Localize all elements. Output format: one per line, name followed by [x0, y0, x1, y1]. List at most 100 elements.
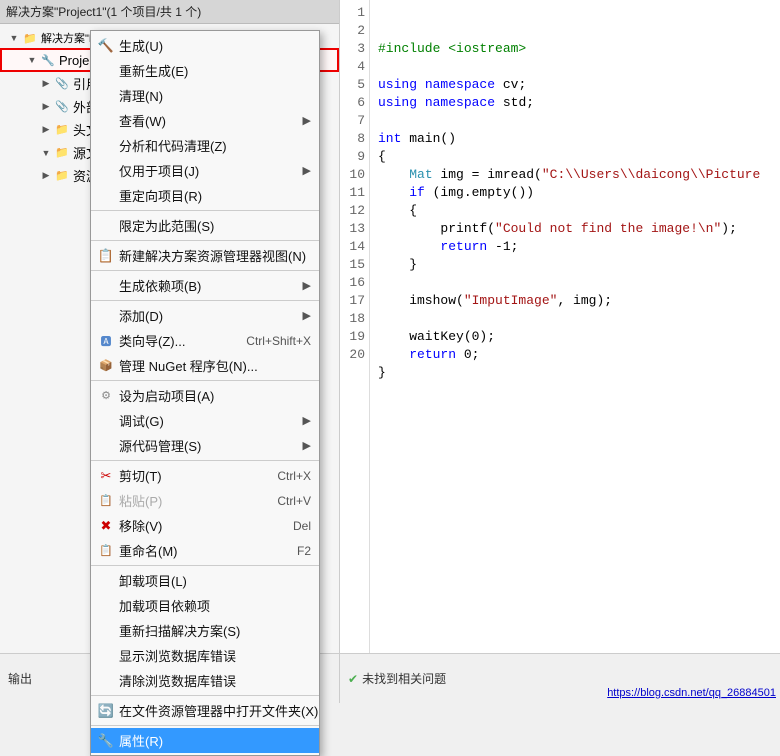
set-startup-icon: ⚙: [97, 387, 115, 405]
menu-rename[interactable]: 📋 重命名(M) F2: [91, 538, 319, 563]
code-line-16: imshow("ImputImage", img);: [378, 293, 612, 308]
project-only-arrow: ▶: [303, 164, 311, 177]
ext-icon: 📎: [54, 99, 70, 115]
menu-retarget[interactable]: 重定向项目(R): [91, 183, 319, 208]
menu-paste[interactable]: 📋 粘贴(P) Ctrl+V: [91, 488, 319, 513]
code-line-19: return 0;: [378, 347, 479, 362]
menu-scope-label: 限定为此范围(S): [119, 216, 214, 235]
menu-add[interactable]: 添加(D) ▶: [91, 303, 319, 328]
ref-icon: 📎: [54, 76, 70, 92]
line-num-11: 11: [340, 184, 365, 202]
line-num-9: 9: [340, 148, 365, 166]
line-num-1: 1: [340, 4, 365, 22]
left-panel: 解决方案"Project1"(1 个项目/共 1 个) ▼ 📁 解决方案"Pro…: [0, 0, 340, 703]
output-tab[interactable]: 输出: [8, 670, 32, 687]
code-line-13: return -1;: [378, 239, 518, 254]
menu-load-deps[interactable]: 加载项目依赖项: [91, 593, 319, 618]
line-num-16: 16: [340, 274, 365, 292]
line-num-17: 17: [340, 292, 365, 310]
open-explorer-icon: 🔄: [97, 702, 115, 720]
menu-scope[interactable]: 限定为此范围(S): [91, 213, 319, 238]
menu-rename-label: 重命名(M): [119, 541, 178, 560]
menu-paste-label: 粘贴(P): [119, 491, 162, 510]
menu-class-wizard[interactable]: 🅰 类向导(Z)... Ctrl+Shift+X: [91, 328, 319, 353]
menu-build-deps[interactable]: 生成依赖项(B) ▶: [91, 273, 319, 298]
code-line-11: {: [378, 203, 417, 218]
menu-analyze[interactable]: 分析和代码清理(Z): [91, 133, 319, 158]
menu-rebuild-label: 重新生成(E): [119, 61, 188, 80]
sep9: [91, 725, 319, 726]
menu-remove-label: 移除(V): [119, 516, 162, 535]
line-num-6: 6: [340, 94, 365, 112]
line-num-14: 14: [340, 238, 365, 256]
solution-header-text: 解决方案"Project1"(1 个项目/共 1 个): [6, 5, 201, 19]
code-line-8: {: [378, 149, 386, 164]
src-icon: 📁: [54, 145, 70, 161]
sep3: [91, 270, 319, 271]
properties-icon: 🔧: [97, 732, 115, 750]
debug-arrow: ▶: [303, 414, 311, 427]
sep6: [91, 460, 319, 461]
nuget-icon: 📦: [97, 357, 115, 375]
menu-project-only-label: 仅用于项目(J): [119, 161, 199, 180]
menu-open-explorer[interactable]: 🔄 在文件资源管理器中打开文件夹(X): [91, 698, 319, 723]
menu-new-solution-view[interactable]: 📋 新建解决方案资源管理器视图(N): [91, 243, 319, 268]
menu-properties-label: 属性(R): [119, 731, 163, 750]
blog-url[interactable]: https://blog.csdn.net/qq_26884501: [607, 687, 776, 699]
menu-rebuild[interactable]: 重新生成(E): [91, 58, 319, 83]
menu-retarget-label: 重定向项目(R): [119, 186, 202, 205]
menu-build-deps-label: 生成依赖项(B): [119, 276, 201, 295]
sep7: [91, 565, 319, 566]
menu-add-label: 添加(D): [119, 306, 163, 325]
paste-icon: 📋: [97, 492, 115, 510]
menu-class-wizard-label: 类向导(Z)...: [119, 331, 185, 350]
line-num-3: 3: [340, 40, 365, 58]
no-issues-text: 未找到相关问题: [362, 670, 446, 687]
menu-properties[interactable]: 🔧 属性(R): [91, 728, 319, 753]
line-num-10: 10: [340, 166, 365, 184]
menu-debug[interactable]: 调试(G) ▶: [91, 408, 319, 433]
sep5: [91, 380, 319, 381]
build-icon: 🔨: [97, 37, 115, 55]
menu-cut-label: 剪切(T): [119, 466, 162, 485]
menu-set-startup[interactable]: ⚙ 设为启动项目(A): [91, 383, 319, 408]
menu-remove[interactable]: ✖ 移除(V) Del: [91, 513, 319, 538]
line-num-19: 19: [340, 328, 365, 346]
menu-view[interactable]: 查看(W) ▶: [91, 108, 319, 133]
solution-explorer-header: 解决方案"Project1"(1 个项目/共 1 个): [0, 0, 339, 24]
project-icon: 🔧: [40, 52, 56, 68]
hdr-icon: 📁: [54, 122, 70, 138]
menu-unload-label: 卸载项目(L): [119, 571, 187, 590]
line-numbers: 1 2 3 4 5 6 7 8 9 10 11 12 13 14 15 16 1…: [340, 0, 370, 653]
menu-build[interactable]: 🔨 生成(U): [91, 33, 319, 58]
class-wizard-shortcut: Ctrl+Shift+X: [246, 334, 311, 348]
sep8: [91, 695, 319, 696]
expand-hdr: ▶: [40, 124, 52, 136]
remove-icon: ✖: [97, 517, 115, 535]
menu-nuget[interactable]: 📦 管理 NuGet 程序包(N)...: [91, 353, 319, 378]
expand-res: ▶: [40, 170, 52, 182]
menu-new-solution-view-label: 新建解决方案资源管理器视图(N): [119, 246, 306, 265]
line-num-18: 18: [340, 310, 365, 328]
class-wizard-icon: 🅰: [97, 332, 115, 350]
add-arrow: ▶: [303, 309, 311, 322]
menu-source-control[interactable]: 源代码管理(S) ▶: [91, 433, 319, 458]
source-control-arrow: ▶: [303, 439, 311, 452]
menu-rescan[interactable]: 重新扫描解决方案(S): [91, 618, 319, 643]
new-sol-icon: 📋: [97, 247, 115, 265]
menu-debug-label: 调试(G): [119, 411, 164, 430]
paste-shortcut: Ctrl+V: [277, 494, 311, 508]
line-num-13: 13: [340, 220, 365, 238]
menu-clear-browser-errors[interactable]: 清除浏览数据库错误: [91, 668, 319, 693]
expand-project1: ▼: [26, 54, 38, 66]
menu-show-browser-errors-label: 显示浏览数据库错误: [119, 646, 236, 665]
menu-cut[interactable]: ✂ 剪切(T) Ctrl+X: [91, 463, 319, 488]
build-deps-arrow: ▶: [303, 279, 311, 292]
menu-rescan-label: 重新扫描解决方案(S): [119, 621, 240, 640]
menu-show-browser-errors[interactable]: 显示浏览数据库错误: [91, 643, 319, 668]
menu-unload[interactable]: 卸载项目(L): [91, 568, 319, 593]
menu-project-only[interactable]: 仅用于项目(J) ▶: [91, 158, 319, 183]
code-content[interactable]: #include <iostream> using namespace cv; …: [370, 0, 780, 653]
menu-clean[interactable]: 清理(N): [91, 83, 319, 108]
line-num-2: 2: [340, 22, 365, 40]
